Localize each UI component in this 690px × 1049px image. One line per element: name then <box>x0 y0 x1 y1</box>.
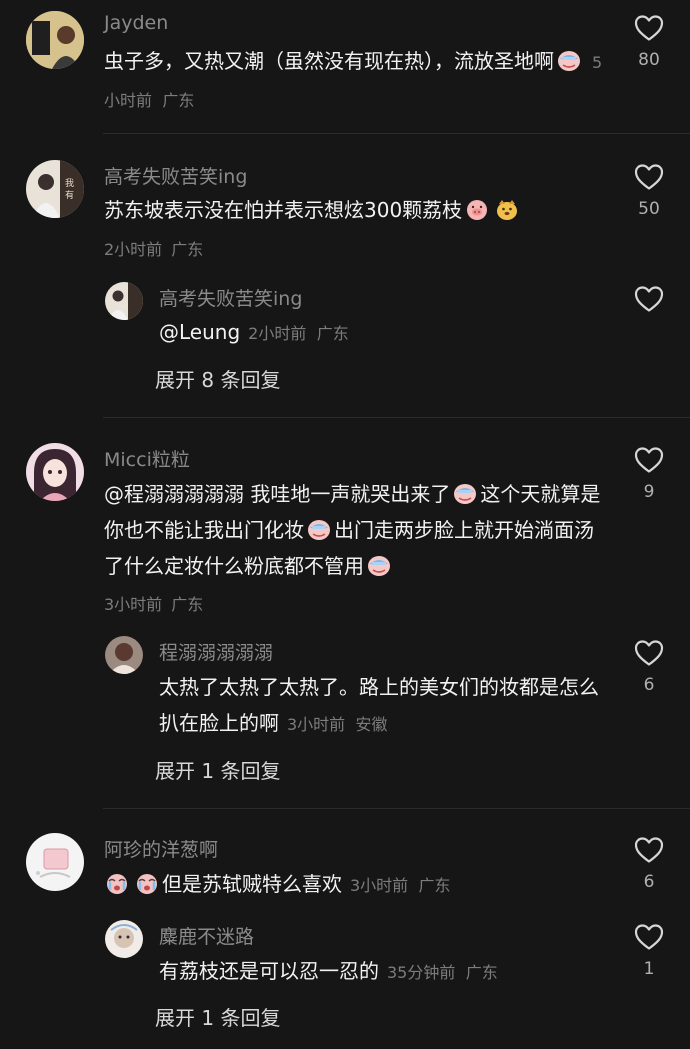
comment-time: 3小时前 <box>104 595 163 614</box>
crying-face-emoji <box>134 871 160 895</box>
comment-meta: 2小时前 广东 <box>104 236 203 260</box>
expand-replies-button[interactable]: 展开 1 条回复 <box>155 755 280 784</box>
comment-username[interactable]: Micci粒粒 <box>104 445 190 472</box>
crying-face-emoji <box>104 871 130 895</box>
avatar[interactable]: 我 有 <box>26 160 84 218</box>
comment-location: 广东 <box>162 91 195 110</box>
like-count: 6 <box>643 872 655 892</box>
hot-face-emoji <box>556 48 582 72</box>
comment-location: 广东 <box>418 876 451 895</box>
divider <box>103 808 690 809</box>
comment-meta: 3小时前 广东 <box>104 591 203 615</box>
reply-time: 35分钟前 <box>387 963 456 982</box>
hot-face-emoji <box>452 481 478 505</box>
comment-text: 但是苏轼贼特么喜欢 3小时前 广东 <box>104 866 604 904</box>
comment-username[interactable]: Jayden <box>104 12 168 34</box>
reply-location: 广东 <box>316 324 349 343</box>
comment-text: 苏东坡表示没在怕并表示想炫300颗荔枝 <box>104 192 604 228</box>
heart-icon[interactable] <box>634 836 664 864</box>
comment-text: 虫子多，又热又潮（虽然没有现在热），流放圣地啊 5小时前 广东 <box>104 48 603 110</box>
reply-text: 太热了太热了太热了。路上的美女们的妆都是怎么扒在脸上的啊 3小时前 安徽 <box>159 675 599 735</box>
like-count: 50 <box>638 199 660 219</box>
avatar[interactable] <box>26 833 84 891</box>
comment-time: 3小时前 <box>350 876 409 895</box>
reply-username[interactable]: 麋鹿不迷路 <box>159 922 254 949</box>
like-count: 9 <box>643 482 655 502</box>
svg-text:有: 有 <box>65 189 74 201</box>
hot-face-emoji <box>306 517 332 541</box>
like-count: 6 <box>643 675 655 695</box>
pig-face-emoji <box>464 197 490 221</box>
reply-text: 有荔枝还是可以忍一忍的 35分钟前 广东 <box>159 959 498 983</box>
divider <box>103 417 690 418</box>
reply-time: 2小时前 <box>248 324 307 343</box>
heart-icon[interactable] <box>634 639 664 667</box>
like-count: 1 <box>643 959 655 979</box>
like-count: 80 <box>638 50 660 70</box>
comment-location: 广东 <box>171 595 204 614</box>
reply-avatar[interactable] <box>105 282 143 320</box>
reply-text: @Leung 2小时前 广东 <box>159 320 349 344</box>
svg-text:我: 我 <box>65 178 74 189</box>
reply-avatar[interactable] <box>105 636 143 674</box>
heart-icon[interactable] <box>634 163 664 191</box>
comment-username[interactable]: 高考失败苦笑ing <box>104 162 247 189</box>
divider <box>103 133 690 134</box>
heart-icon[interactable] <box>634 14 664 42</box>
avatar[interactable] <box>26 11 84 69</box>
reply-time: 3小时前 <box>287 715 346 734</box>
dog-face-emoji <box>494 197 520 221</box>
heart-icon[interactable] <box>634 923 664 951</box>
comment-username[interactable]: 阿珍的洋葱啊 <box>104 835 218 862</box>
heart-icon[interactable] <box>634 446 664 474</box>
reply-avatar[interactable] <box>105 920 143 958</box>
comment-location: 广东 <box>171 240 204 259</box>
reply-location: 安徽 <box>355 715 388 734</box>
reply-location: 广东 <box>465 963 498 982</box>
mention-link[interactable]: @程溺溺溺溺溺 <box>104 482 244 506</box>
heart-icon[interactable] <box>634 285 664 313</box>
reply-username[interactable]: 高考失败苦笑ing <box>159 284 302 311</box>
expand-replies-button[interactable]: 展开 8 条回复 <box>155 364 280 393</box>
hot-face-emoji <box>366 553 392 577</box>
comment-time: 2小时前 <box>104 240 163 259</box>
comment-text: @程溺溺溺溺溺 我哇地一声就哭出来了 这个天就算是你也不能让我出门化妆 出门走两步脸… <box>104 481 601 578</box>
reply-username[interactable]: 程溺溺溺溺溺 <box>159 638 273 665</box>
avatar[interactable] <box>26 443 84 501</box>
expand-replies-button[interactable]: 展开 1 条回复 <box>155 1002 280 1031</box>
